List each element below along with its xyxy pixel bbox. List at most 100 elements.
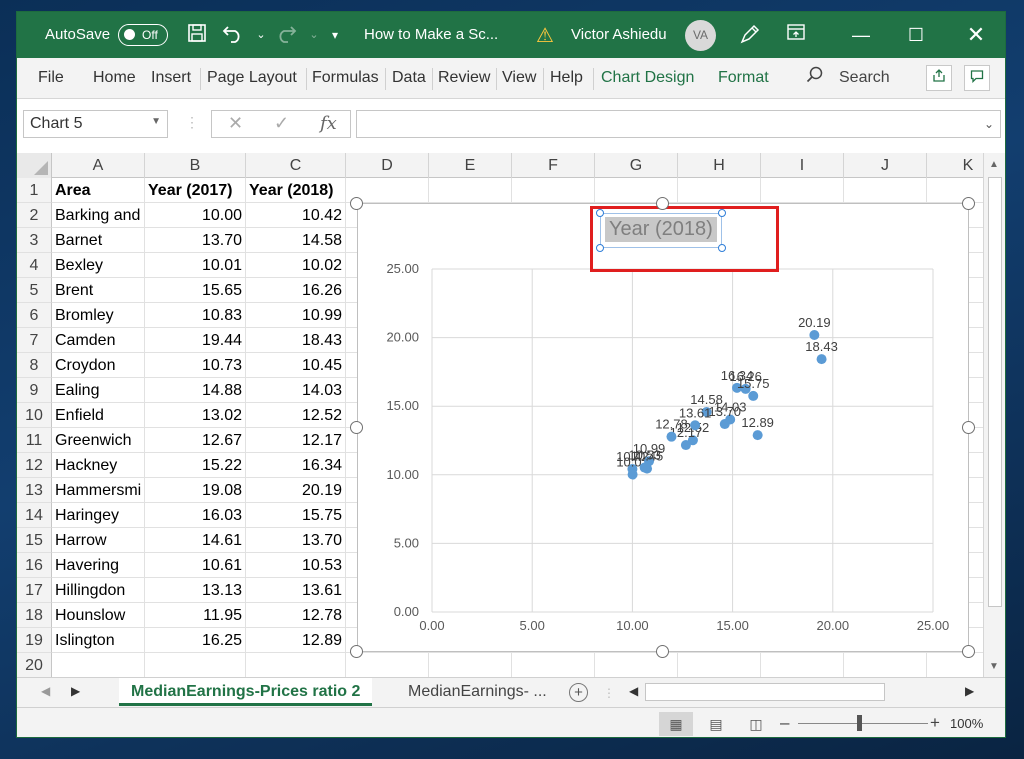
zoom-out-icon[interactable]: – [780, 713, 789, 733]
table-cell[interactable]: 10.45 [246, 353, 346, 378]
table-cell[interactable]: 16.03 [145, 503, 246, 528]
scroll-thumb[interactable] [988, 177, 1002, 607]
table-cell[interactable]: 10.02 [246, 253, 346, 278]
row-header[interactable]: 4 [17, 253, 52, 278]
table-cell[interactable]: 18.43 [246, 328, 346, 353]
pen-icon[interactable] [738, 23, 762, 47]
expand-formula-icon[interactable]: ⌄ [984, 117, 994, 131]
user-name[interactable]: Victor Ashiedu [571, 26, 667, 43]
chevron-down-icon[interactable]: ▼ [151, 116, 161, 127]
row-header[interactable]: 16 [17, 553, 52, 578]
table-cell[interactable]: 10.83 [145, 303, 246, 328]
header-cell[interactable]: Year (2017) [145, 178, 246, 203]
table-cell[interactable]: 12.89 [246, 628, 346, 653]
table-cell[interactable] [429, 178, 512, 203]
tab-help[interactable]: Help [550, 69, 583, 87]
table-cell[interactable]: Barking and [52, 203, 145, 228]
table-cell[interactable]: Havering [52, 553, 145, 578]
table-cell[interactable]: 14.58 [246, 228, 346, 253]
row-header[interactable]: 17 [17, 578, 52, 603]
ribbon-display-icon[interactable] [784, 23, 808, 47]
table-cell[interactable]: 10.61 [145, 553, 246, 578]
table-cell[interactable] [927, 653, 983, 677]
table-cell[interactable]: 16.34 [246, 453, 346, 478]
column-header[interactable]: B [145, 153, 246, 178]
table-cell[interactable]: 13.13 [145, 578, 246, 603]
table-cell[interactable]: 10.73 [145, 353, 246, 378]
table-cell[interactable]: 12.17 [246, 428, 346, 453]
sheet-tab[interactable]: MedianEarnings- ... [396, 678, 559, 706]
table-cell[interactable]: Camden [52, 328, 145, 353]
table-cell[interactable]: 10.53 [246, 553, 346, 578]
column-header[interactable]: D [346, 153, 429, 178]
row-header[interactable]: 18 [17, 603, 52, 628]
table-cell[interactable] [761, 178, 844, 203]
formula-input[interactable]: ⌄ [356, 110, 1001, 138]
tab-file[interactable]: File [38, 69, 64, 87]
normal-view-icon[interactable]: ▦ [659, 712, 693, 736]
fx-icon[interactable]: fx [320, 113, 337, 134]
autosave-toggle[interactable]: Off [118, 24, 168, 46]
page-break-view-icon[interactable]: ◫ [739, 712, 773, 736]
undo-dropdown-icon[interactable]: ⌄ [249, 23, 273, 47]
table-cell[interactable]: 14.88 [145, 378, 246, 403]
row-header[interactable]: 5 [17, 278, 52, 303]
table-cell[interactable]: 10.42 [246, 203, 346, 228]
table-cell[interactable]: Hammersmi [52, 478, 145, 503]
customize-icon[interactable]: ▾ [323, 23, 347, 47]
table-cell[interactable]: 10.99 [246, 303, 346, 328]
column-header[interactable]: I [761, 153, 844, 178]
column-header[interactable]: C [246, 153, 346, 178]
column-header[interactable]: E [429, 153, 512, 178]
row-header[interactable]: 19 [17, 628, 52, 653]
row-header[interactable]: 9 [17, 378, 52, 403]
table-cell[interactable]: 13.70 [246, 528, 346, 553]
table-cell[interactable]: Bromley [52, 303, 145, 328]
row-header[interactable]: 14 [17, 503, 52, 528]
minimize-icon[interactable]: — [846, 20, 876, 50]
table-cell[interactable] [761, 653, 844, 677]
undo-icon[interactable] [221, 23, 245, 47]
table-cell[interactable] [595, 178, 678, 203]
comments-icon[interactable] [964, 65, 990, 91]
column-header[interactable]: J [844, 153, 927, 178]
table-cell[interactable]: Haringey [52, 503, 145, 528]
column-header[interactable]: A [52, 153, 145, 178]
table-cell[interactable] [145, 653, 246, 677]
scroll-left-icon[interactable]: ◀ [629, 684, 638, 698]
table-cell[interactable] [246, 653, 346, 677]
table-cell[interactable]: 11.95 [145, 603, 246, 628]
row-header[interactable]: 7 [17, 328, 52, 353]
table-cell[interactable]: Bexley [52, 253, 145, 278]
tab-data[interactable]: Data [392, 69, 426, 87]
column-header[interactable]: K [927, 153, 983, 178]
row-header[interactable]: 20 [17, 653, 52, 677]
add-sheet-icon[interactable]: + [569, 683, 588, 702]
tab-home[interactable]: Home [93, 69, 136, 87]
horizontal-scrollbar[interactable] [645, 683, 885, 701]
name-box[interactable]: Chart 5 ▼ [23, 110, 168, 138]
select-all-corner[interactable] [17, 153, 52, 178]
next-sheet-icon[interactable]: ▶ [71, 684, 80, 698]
avatar[interactable]: VA [685, 20, 716, 51]
table-cell[interactable]: 13.61 [246, 578, 346, 603]
row-header[interactable]: 1 [17, 178, 52, 203]
row-header[interactable]: 10 [17, 403, 52, 428]
zoom-level[interactable]: 100% [950, 716, 983, 731]
search-label[interactable]: Search [839, 69, 890, 87]
row-header[interactable]: 2 [17, 203, 52, 228]
row-header[interactable]: 6 [17, 303, 52, 328]
save-icon[interactable] [185, 23, 209, 47]
vertical-scrollbar[interactable]: ▲ ▼ [983, 153, 1005, 677]
column-header[interactable]: G [595, 153, 678, 178]
table-cell[interactable]: 12.52 [246, 403, 346, 428]
table-cell[interactable]: 16.26 [246, 278, 346, 303]
warning-icon[interactable]: ⚠ [536, 23, 554, 48]
table-cell[interactable]: 12.78 [246, 603, 346, 628]
scroll-right-icon[interactable]: ▶ [965, 684, 974, 698]
table-cell[interactable] [844, 653, 927, 677]
table-cell[interactable] [429, 653, 512, 677]
table-cell[interactable]: 15.22 [145, 453, 246, 478]
table-cell[interactable]: 10.00 [145, 203, 246, 228]
tab-formulas[interactable]: Formulas [312, 69, 379, 87]
